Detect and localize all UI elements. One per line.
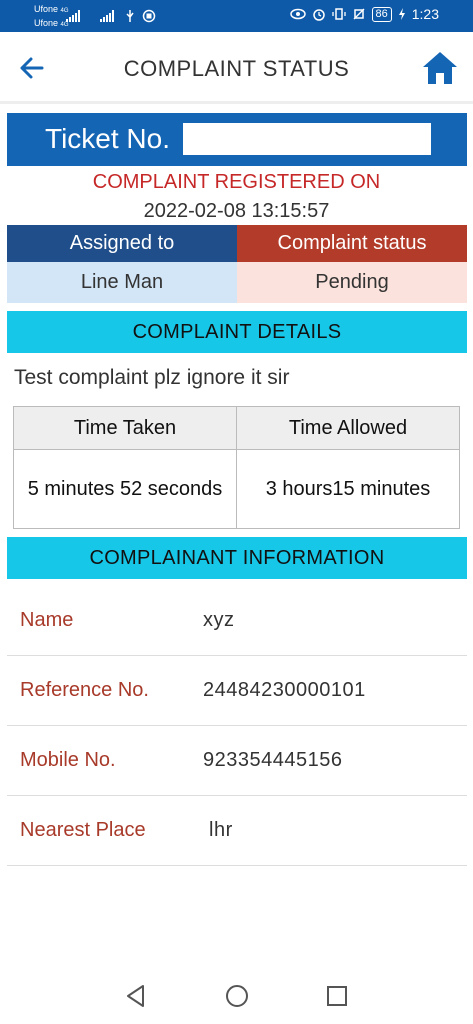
mobile-value: 923354445156: [203, 749, 343, 771]
app-header: COMPLAINT STATUS: [0, 32, 473, 104]
info-row-mobile: Mobile No. 923354445156: [7, 726, 467, 796]
nav-recent-apps-icon[interactable]: [324, 983, 350, 1009]
reference-value: 24484230000101: [203, 679, 366, 701]
clock: 1:23: [411, 6, 439, 22]
home-icon[interactable]: [421, 49, 459, 87]
carrier-name-2: Ufone: [34, 18, 59, 28]
complaint-status-header: Complaint status: [237, 225, 467, 262]
nearest-place-value: lhr: [209, 819, 233, 841]
status-icons-left: [66, 9, 156, 23]
assigned-to-value: Line Man: [7, 262, 237, 303]
system-status-bar: Ufone 4G Ufone 4G 86 1:23: [0, 0, 473, 32]
registered-on-label: COMPLAINT REGISTERED ON: [92, 171, 381, 193]
info-row-name: Name xyz: [7, 586, 467, 656]
info-row-reference: Reference No. 24484230000101: [7, 656, 467, 726]
carrier-info: Ufone 4G Ufone 4G: [34, 3, 69, 31]
time-taken-value: 5 minutes 52 seconds: [13, 449, 237, 529]
signal-icon: [66, 10, 80, 22]
page-title: COMPLAINT STATUS: [123, 56, 350, 81]
assigned-to-header: Assigned to: [7, 225, 237, 262]
signal-icon: [100, 10, 114, 22]
nav-back-icon[interactable]: [123, 983, 149, 1009]
complaint-details-text: Test complaint plz ignore it sir: [14, 366, 290, 389]
time-table-header-row: Time Taken Time Allowed: [13, 406, 460, 450]
time-allowed-header: Time Allowed: [236, 406, 460, 450]
nav-home-icon[interactable]: [224, 983, 250, 1009]
complainant-information-header: COMPLAINANT INFORMATION: [7, 537, 467, 579]
complaint-details-header: COMPLAINT DETAILS: [7, 311, 467, 353]
system-navigation-bar: [0, 968, 473, 1024]
status-grid: Assigned to Complaint status Line Man Pe…: [7, 225, 467, 303]
wifi-off-icon: [353, 8, 364, 20]
alarm-icon: [312, 9, 325, 21]
status-header-row: Assigned to Complaint status: [7, 225, 467, 262]
time-table-value-row: 5 minutes 52 seconds 3 hours15 minutes: [13, 449, 460, 529]
ticket-number-field[interactable]: [183, 123, 431, 155]
complaint-status-value: Pending: [237, 262, 467, 303]
ticket-label: Ticket No.: [45, 123, 170, 154]
info-row-nearest-place: Nearest Place lhr: [7, 796, 467, 866]
status-value-row: Line Man Pending: [7, 262, 467, 303]
time-table: Time Taken Time Allowed 5 minutes 52 sec…: [13, 406, 460, 529]
reference-label: Reference No.: [20, 679, 149, 701]
usb-icon: [126, 10, 134, 22]
time-taken-header: Time Taken: [13, 406, 237, 450]
ticket-bar: Ticket No.: [7, 113, 467, 166]
eye-icon: [289, 8, 306, 20]
time-allowed-value: 3 hours15 minutes: [236, 449, 460, 529]
name-value: xyz: [203, 609, 235, 631]
vibrate-icon: [331, 8, 346, 20]
name-label: Name: [20, 609, 74, 631]
registered-date: 2022-02-08 13:15:57: [143, 200, 330, 222]
app-notification-icon: [142, 9, 156, 23]
mobile-label: Mobile No.: [20, 749, 116, 771]
battery-indicator: 86: [371, 6, 392, 22]
charging-icon: [398, 8, 405, 20]
nearest-place-label: Nearest Place: [20, 819, 146, 841]
carrier-name-1: Ufone: [34, 4, 59, 14]
status-icons-right: 86 1:23: [289, 6, 439, 22]
